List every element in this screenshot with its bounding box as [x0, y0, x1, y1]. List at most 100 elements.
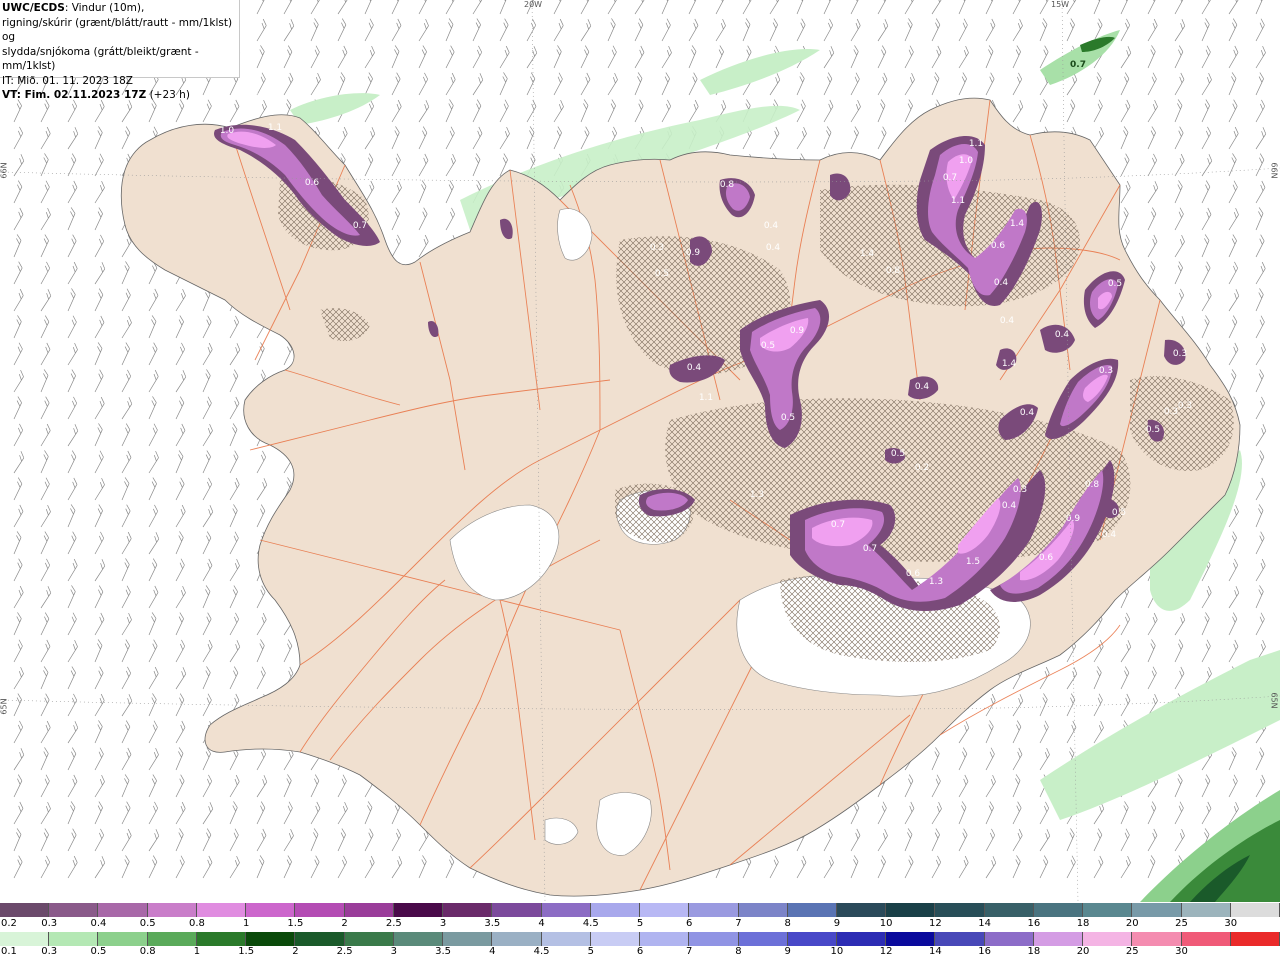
legend-label: 4 — [538, 918, 545, 929]
precip-value-label: 0.9 — [686, 248, 701, 258]
legend-label: 25 — [1125, 946, 1139, 957]
legend-swatch — [196, 903, 247, 917]
legend-swatch — [640, 903, 690, 917]
legend-swatch — [787, 903, 837, 917]
legend-label: 4 — [489, 946, 496, 957]
legend-swatch — [590, 903, 641, 917]
legend-swatch — [689, 903, 739, 917]
legend-swatch — [49, 903, 99, 917]
legend-label: 12 — [929, 918, 942, 929]
legend-swatch — [541, 932, 591, 946]
precip-value-label: 0.8 — [1085, 480, 1100, 490]
legend-swatch — [1033, 903, 1084, 917]
legend-label: 0.5 — [139, 918, 156, 929]
legend-label: 0.8 — [139, 946, 156, 957]
legend-label: 2.5 — [385, 918, 402, 929]
precip-value-label: 0.4 — [766, 243, 781, 253]
legend-label: 12 — [879, 946, 893, 957]
legend-label: 5 — [587, 946, 594, 957]
legend-swatch — [147, 903, 197, 917]
lat-label-65n-left: 65N — [0, 698, 9, 715]
legend-swatch — [1181, 932, 1231, 946]
legend-label: 8 — [735, 946, 742, 957]
legend-swatch — [886, 903, 936, 917]
legend-swatch — [689, 932, 739, 946]
precip-value-label: 0.4 — [764, 221, 779, 231]
legend-label: 6 — [636, 946, 644, 957]
legend-label: 0.1 — [1, 946, 17, 957]
precip-value-label: 1.0 — [220, 126, 235, 136]
legend-label: 2 — [341, 918, 348, 929]
lon-label-15w: 15W — [1051, 0, 1070, 9]
lon-label-20w: 20W — [524, 0, 543, 9]
legend-swatch — [492, 903, 542, 917]
legend-label: 18 — [1076, 918, 1090, 929]
legend-label: 8 — [784, 918, 791, 929]
legend-swatch — [935, 932, 985, 946]
legend-label: 3 — [390, 946, 398, 957]
legend-label: 18 — [1027, 946, 1041, 957]
valid-time-line: VT: Fim. 02.11.2023 17Z (+23 h) — [2, 88, 237, 103]
precip-value-label: 0.9 — [1066, 514, 1081, 524]
legend-swatch — [836, 932, 887, 946]
precip-value-label: 1.1 — [951, 196, 965, 206]
snow-legend-colorbar — [0, 903, 1280, 917]
precip-value-label: 0.7 — [831, 520, 845, 530]
precip-value-label: 1.1 — [268, 123, 282, 133]
legend-label: 0.3 — [41, 946, 58, 957]
legend-swatch — [1230, 932, 1280, 946]
legend-label: 30 — [1175, 946, 1188, 957]
legend-label: 4.5 — [533, 946, 550, 957]
legend-swatch — [49, 932, 99, 946]
legend-swatch — [1033, 932, 1084, 946]
precip-value-label: 0.4 — [994, 278, 1009, 288]
precip-value-label: 0.4 — [1055, 330, 1070, 340]
precip-value-label: 0.8 — [886, 266, 901, 276]
weather-map: 1.0 1.10.60.70.50.3 0.90.50.40.40.81.11.00… — [0, 0, 1280, 902]
legend-swatch — [98, 932, 148, 946]
precip-value-label: 0.7 — [943, 173, 957, 183]
legend-swatch — [1083, 932, 1133, 946]
legend-swatch — [0, 932, 50, 946]
legend-label: 1.5 — [287, 918, 304, 929]
precip-value-label: 0.4 — [1000, 316, 1015, 326]
legend-swatch — [738, 903, 788, 917]
legend-swatch — [738, 932, 788, 946]
precip-value-label: 0.5 — [245, 93, 259, 103]
forecast-offset: (+23 h) — [146, 89, 190, 101]
precip-value-label: 0.4 — [687, 363, 702, 373]
precip-value-label: 0.5 — [891, 449, 905, 459]
precip-value-label: 0.6 — [1039, 553, 1054, 563]
legend-swatch — [196, 932, 247, 946]
precip-value-label: 0.3 — [1164, 407, 1178, 417]
legend-label: 0.3 — [41, 918, 58, 929]
legend-label: 20 — [1076, 946, 1090, 957]
legend-swatch — [443, 932, 493, 946]
precip-value-label: 0.7 — [1070, 60, 1086, 70]
precip-value-label: 0.6 — [305, 178, 320, 188]
precip-value-label: 0.8 — [720, 180, 735, 190]
info-line-3: slydda/snjókoma (grátt/bleikt/grænt - mm… — [2, 45, 199, 73]
precip-value-label: 1.4 — [860, 249, 875, 259]
precip-value-label: 0.5 — [761, 341, 775, 351]
legend-swatch — [98, 903, 148, 917]
precip-value-label: 0.5 — [1108, 279, 1122, 289]
precip-value-label: 0.6 — [991, 241, 1006, 251]
legend-swatch — [0, 903, 50, 917]
legend-label: 7 — [735, 918, 742, 929]
legend-label: 30 — [1224, 918, 1238, 929]
precip-value-label: 1.3 — [929, 577, 943, 587]
legend-label: 1.5 — [238, 946, 255, 957]
lat-label-66n-right: 66N — [1269, 162, 1279, 179]
legend-swatch — [295, 932, 345, 946]
legend-label: 0.5 — [90, 946, 107, 957]
precip-value-label: 0.4 — [1102, 530, 1117, 540]
precip-value-label: 0.2 — [915, 463, 929, 473]
precip-value-label: 0.5 — [1146, 425, 1160, 435]
legend-label: 9 — [784, 946, 791, 957]
precip-value-label: 0.3 — [1178, 401, 1192, 411]
legend-label: 6 — [686, 918, 693, 929]
legend-label: 5 — [636, 918, 644, 929]
precip-value-label: 1.1 — [969, 139, 983, 149]
precip-value-label: 0.7 — [863, 544, 877, 554]
